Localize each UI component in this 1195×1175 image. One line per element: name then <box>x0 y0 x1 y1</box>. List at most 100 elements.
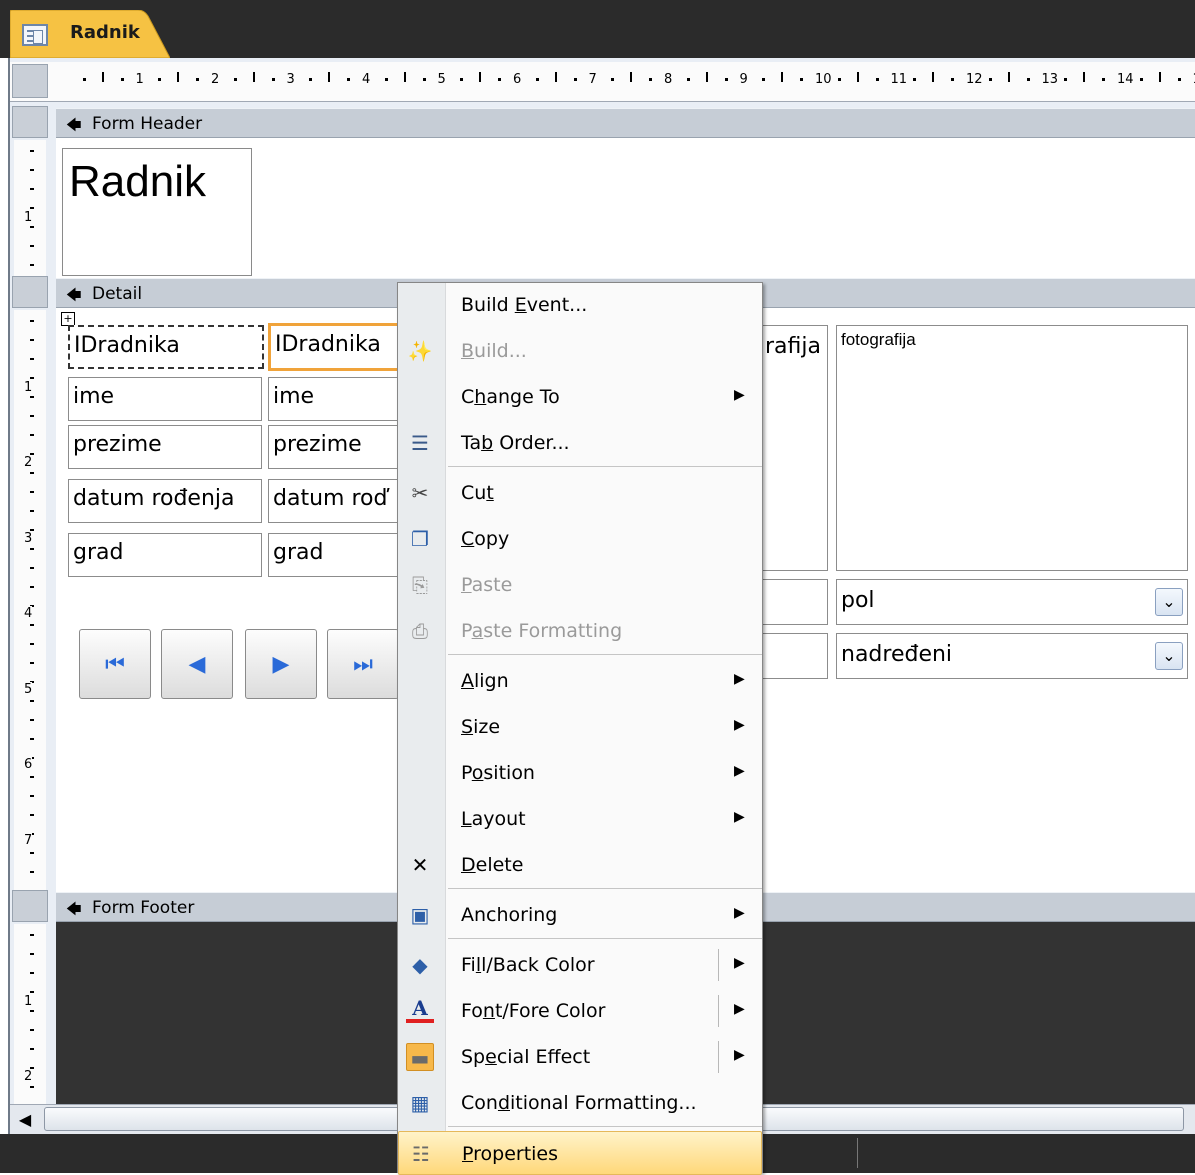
previous-record-button[interactable]: ◀ <box>161 629 233 699</box>
ruler-tick <box>30 472 34 474</box>
first-record-button[interactable]: ⏮ <box>79 629 151 699</box>
menu-item-label: Fill/Back Color <box>461 954 595 976</box>
ruler-tick <box>423 78 426 81</box>
menu-item-paste[interactable]: ⎘Paste <box>398 563 762 607</box>
combo-pol-value: pol <box>841 588 875 613</box>
menu-item-paste-formatting[interactable]: ⎙ Paste Formatting <box>398 609 762 653</box>
ruler-tick <box>762 78 765 81</box>
menu-item-copy[interactable]: ❐ Copy <box>398 517 762 561</box>
menu-item-label: Copy <box>461 528 509 550</box>
label-idradnika[interactable]: IDradnika <box>68 325 264 369</box>
menu-item-label: Align <box>461 670 509 692</box>
menu-item-layout[interactable]: Layout ▶ <box>398 797 762 841</box>
menu-item-label: Layout <box>461 808 526 830</box>
first-record-icon: ⏮ <box>80 652 150 677</box>
label-datum-rodjenja[interactable]: datum rođenja <box>68 479 262 523</box>
ruler-number: 2 <box>211 72 219 87</box>
textbox-prezime[interactable]: prezime <box>268 425 408 469</box>
detail-section-selector[interactable] <box>12 276 48 308</box>
paste-formatting-icon: ⎙ <box>406 617 434 645</box>
label-grad[interactable]: grad <box>68 533 262 577</box>
menu-item-cut[interactable]: ✂Cut <box>398 471 762 515</box>
horizontal-ruler[interactable] <box>10 62 1195 102</box>
ruler-number: 10 <box>815 72 832 87</box>
label-ime[interactable]: ime <box>68 377 262 421</box>
ruler-tick <box>30 264 34 266</box>
menu-item-label: Paste Formatting <box>461 620 622 642</box>
ruler-tick <box>196 78 199 81</box>
form-header-label: Form Header <box>92 114 202 134</box>
font-color-icon: A <box>406 997 434 1023</box>
form-icon <box>22 24 48 46</box>
properties-icon: ☷ <box>407 1140 435 1168</box>
submenu-arrow-icon: ▶ <box>734 1047 745 1063</box>
build-wand-icon: ✨ <box>406 337 434 365</box>
form-title: Radnik <box>69 157 206 207</box>
last-record-button[interactable]: ⏭ <box>327 629 399 699</box>
textbox-ime[interactable]: ime <box>268 377 408 421</box>
last-record-icon: ⏭ <box>328 652 398 677</box>
form-header-bar[interactable]: 🡄 Form Header <box>56 108 1195 138</box>
menu-item-change-to[interactable]: Change To▶ <box>398 375 762 419</box>
next-record-button[interactable]: ▶ <box>245 629 317 699</box>
chevron-down-icon[interactable]: ⌄ <box>1155 642 1183 670</box>
menu-item-position[interactable]: Position▶ <box>398 751 762 795</box>
ruler-tick <box>611 78 614 81</box>
ruler-tick <box>121 78 124 81</box>
title-label-box[interactable]: Radnik <box>62 148 252 276</box>
menu-item-anchoring[interactable]: ▣Anchoring▶ <box>398 893 762 937</box>
header-section-selector[interactable] <box>12 106 48 138</box>
menu-item-label: Anchoring <box>461 904 557 926</box>
menu-item-build-event[interactable]: Build Event... <box>398 283 762 327</box>
ruler-tick <box>498 78 501 81</box>
menu-item-delete[interactable]: ✕Delete <box>398 843 762 887</box>
combo-nadredjeni[interactable]: nadređeni ⌄ <box>836 633 1188 679</box>
submenu-arrow-icon: ▶ <box>734 809 745 825</box>
ruler-tick <box>1083 72 1085 82</box>
textbox-datum-rodjenja[interactable]: datum roď <box>268 479 408 523</box>
special-effect-icon: ▬ <box>406 1043 434 1071</box>
ruler-tick <box>30 1010 34 1012</box>
ruler-tick <box>30 188 34 190</box>
label-prezime[interactable]: prezime <box>68 425 262 469</box>
split-divider <box>718 1041 719 1073</box>
menu-item-font-fore-color[interactable]: AFont/Fore Color▶ <box>398 989 762 1033</box>
textbox-idradnika[interactable]: IDradnika <box>268 323 408 371</box>
footer-section-selector[interactable] <box>12 890 48 922</box>
ruler-tick <box>536 78 539 81</box>
form-document-tab[interactable]: Radnik <box>10 10 170 58</box>
combo-pol[interactable]: pol ⌄ <box>836 579 1188 625</box>
textbox-grad[interactable]: grad <box>268 533 408 577</box>
photo-label-box[interactable]: rafija <box>760 325 828 571</box>
ruler-tick <box>30 396 34 398</box>
ruler-tick <box>30 245 34 247</box>
menu-item-tab-order[interactable]: ☰Tab Order... <box>398 421 762 465</box>
menu-item-align[interactable]: Align▶ <box>398 659 762 703</box>
nadredjeni-label-box[interactable] <box>760 633 828 679</box>
ruler-tick <box>30 972 34 974</box>
ruler-tick <box>1102 78 1105 81</box>
ruler-tick <box>1064 78 1067 81</box>
pol-label-box[interactable] <box>760 579 828 625</box>
photo-control-name: fotografija <box>841 330 916 350</box>
form-selector[interactable] <box>12 64 48 98</box>
photo-control[interactable]: fotografija <box>836 325 1188 571</box>
menu-item-label: Conditional Formatting... <box>461 1092 697 1114</box>
menu-item-build[interactable]: ✨Build... <box>398 329 762 373</box>
ruler-number: 13 <box>1042 72 1059 87</box>
menu-item-fill-back-color[interactable]: ◆Fill/Back Color▶ <box>398 943 762 987</box>
scroll-left-arrow-icon[interactable]: ◀ <box>12 1108 38 1132</box>
menu-item-label: Change To <box>461 386 560 408</box>
move-handle-icon[interactable]: + <box>61 312 75 326</box>
ruler-tick <box>30 662 34 664</box>
combo-nadredjeni-value: nadređeni <box>841 642 952 667</box>
detail-label: Detail <box>92 284 142 304</box>
menu-item-properties[interactable]: ☷Properties <box>398 1131 762 1175</box>
menu-item-conditional-formatting[interactable]: ▦Conditional Formatting... <box>398 1081 762 1125</box>
copy-icon: ❐ <box>406 525 434 553</box>
chevron-down-icon[interactable]: ⌄ <box>1155 588 1183 616</box>
anchoring-icon: ▣ <box>406 901 434 929</box>
ruler-tick <box>857 72 859 82</box>
menu-item-special-effect[interactable]: ▬Special Effect▶ <box>398 1035 762 1079</box>
menu-item-size[interactable]: Size▶ <box>398 705 762 749</box>
